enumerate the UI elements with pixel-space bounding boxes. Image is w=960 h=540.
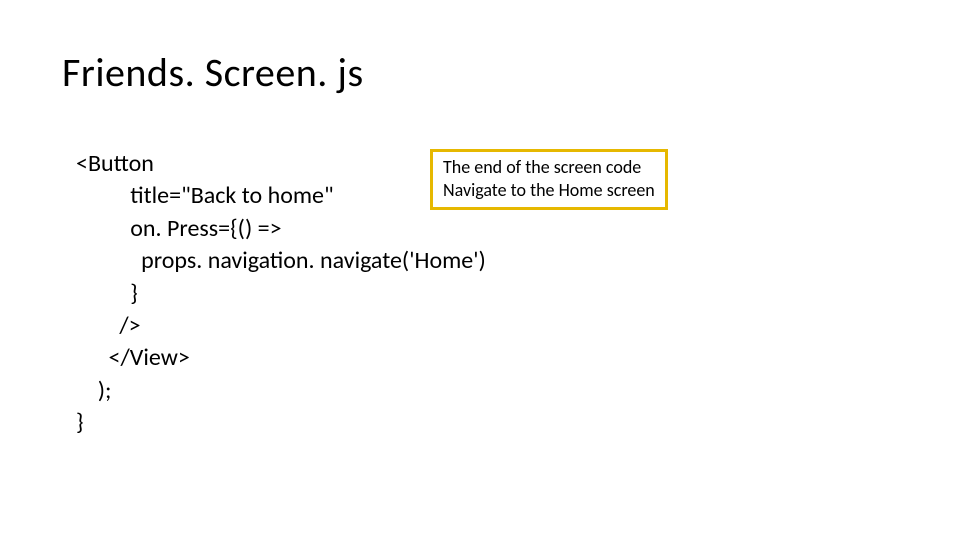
page-title: Friends. Screen. js — [62, 48, 364, 97]
annotation-line-1: The end of the screen code — [443, 156, 655, 179]
annotation-box: The end of the screen code Navigate to t… — [430, 149, 668, 210]
slide: Friends. Screen. js <Button title="Back … — [0, 0, 960, 540]
code-snippet: <Button title="Back to home" on. Press={… — [76, 148, 486, 440]
annotation-line-2: Navigate to the Home screen — [443, 179, 655, 202]
